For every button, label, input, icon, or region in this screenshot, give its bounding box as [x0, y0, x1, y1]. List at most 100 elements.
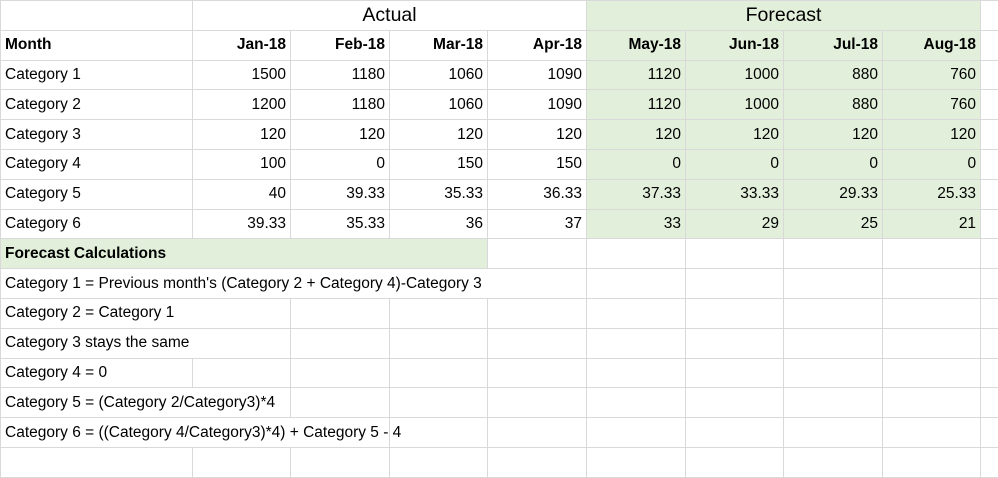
value-cell[interactable]: 1000 — [686, 90, 784, 120]
cell[interactable] — [390, 358, 488, 388]
value-cell[interactable]: 1180 — [291, 60, 390, 90]
value-cell[interactable]: 1060 — [390, 90, 488, 120]
value-cell[interactable]: 39.33 — [193, 209, 291, 239]
cell[interactable] — [686, 358, 784, 388]
cell[interactable] — [193, 358, 291, 388]
value-cell[interactable]: 0 — [883, 149, 981, 179]
value-cell[interactable]: 1090 — [488, 90, 587, 120]
value-cell[interactable]: 35.33 — [390, 179, 488, 209]
cell[interactable] — [587, 388, 686, 418]
cell[interactable] — [981, 298, 998, 328]
value-cell[interactable]: 150 — [390, 149, 488, 179]
cell[interactable] — [981, 179, 998, 209]
value-cell[interactable]: 1090 — [488, 60, 587, 90]
value-cell[interactable]: 0 — [784, 149, 883, 179]
row-label[interactable]: Category 2 — [1, 90, 193, 120]
actual-group-header[interactable]: Actual — [193, 1, 587, 31]
value-cell[interactable]: 1120 — [587, 90, 686, 120]
cell[interactable] — [784, 269, 883, 299]
cell[interactable] — [390, 298, 488, 328]
value-cell[interactable]: 760 — [883, 60, 981, 90]
cell[interactable] — [291, 298, 390, 328]
cell[interactable] — [390, 447, 488, 477]
row-label[interactable]: Category 4 — [1, 149, 193, 179]
row-label[interactable]: Category 6 — [1, 209, 193, 239]
cell[interactable] — [686, 418, 784, 448]
cell[interactable] — [390, 388, 488, 418]
value-cell[interactable]: 29.33 — [784, 179, 883, 209]
value-cell[interactable]: 120 — [587, 120, 686, 150]
month-column-header[interactable]: Jun-18 — [686, 30, 784, 60]
cell[interactable] — [981, 358, 998, 388]
value-cell[interactable]: 36 — [390, 209, 488, 239]
value-cell[interactable]: 1000 — [686, 60, 784, 90]
cell[interactable] — [488, 447, 587, 477]
calculation-note[interactable]: Category 3 stays the same — [1, 328, 291, 358]
value-cell[interactable]: 120 — [784, 120, 883, 150]
value-cell[interactable]: 1200 — [193, 90, 291, 120]
cell[interactable] — [488, 298, 587, 328]
month-column-header[interactable]: Mar-18 — [390, 30, 488, 60]
calculation-note[interactable]: Category 2 = Category 1 — [1, 298, 291, 328]
value-cell[interactable]: 1500 — [193, 60, 291, 90]
cell[interactable] — [784, 388, 883, 418]
value-cell[interactable]: 21 — [883, 209, 981, 239]
forecast-group-header[interactable]: Forecast — [587, 1, 981, 31]
cell[interactable] — [784, 358, 883, 388]
calculation-note[interactable]: Category 5 = (Category 2/Category3)*4 — [1, 388, 291, 418]
value-cell[interactable]: 37.33 — [587, 179, 686, 209]
value-cell[interactable]: 1180 — [291, 90, 390, 120]
value-cell[interactable]: 25 — [784, 209, 883, 239]
value-cell[interactable]: 33 — [587, 209, 686, 239]
cell[interactable] — [291, 447, 390, 477]
row-label[interactable]: Category 1 — [1, 60, 193, 90]
value-cell[interactable]: 39.33 — [291, 179, 390, 209]
cell[interactable] — [784, 418, 883, 448]
cell[interactable] — [883, 328, 981, 358]
cell[interactable] — [981, 328, 998, 358]
value-cell[interactable]: 120 — [193, 120, 291, 150]
value-cell[interactable]: 0 — [291, 149, 390, 179]
cell[interactable] — [291, 388, 390, 418]
cell[interactable] — [1, 1, 193, 31]
cell[interactable] — [883, 418, 981, 448]
cell[interactable] — [686, 388, 784, 418]
value-cell[interactable]: 1060 — [390, 60, 488, 90]
cell[interactable] — [488, 328, 587, 358]
cell[interactable] — [587, 269, 686, 299]
cell[interactable] — [981, 149, 998, 179]
calculation-note[interactable]: Category 4 = 0 — [1, 358, 193, 388]
cell[interactable] — [981, 90, 998, 120]
cell[interactable] — [981, 418, 998, 448]
value-cell[interactable]: 36.33 — [488, 179, 587, 209]
cell[interactable] — [686, 447, 784, 477]
cell[interactable] — [981, 1, 998, 31]
value-cell[interactable]: 25.33 — [883, 179, 981, 209]
month-column-header[interactable]: Jan-18 — [193, 30, 291, 60]
cell[interactable] — [784, 328, 883, 358]
cell[interactable] — [488, 388, 587, 418]
cell[interactable] — [981, 60, 998, 90]
value-cell[interactable]: 120 — [291, 120, 390, 150]
cell[interactable] — [883, 269, 981, 299]
cell[interactable] — [981, 209, 998, 239]
cell[interactable] — [291, 328, 390, 358]
forecast-calculations-title[interactable]: Forecast Calculations — [1, 239, 488, 269]
cell[interactable] — [390, 328, 488, 358]
value-cell[interactable]: 29 — [686, 209, 784, 239]
cell[interactable] — [587, 328, 686, 358]
value-cell[interactable]: 880 — [784, 60, 883, 90]
month-column-header[interactable]: Jul-18 — [784, 30, 883, 60]
cell[interactable] — [686, 239, 784, 269]
cell[interactable] — [390, 418, 488, 448]
cell[interactable] — [981, 388, 998, 418]
cell[interactable] — [981, 447, 998, 477]
month-column-header[interactable]: Aug-18 — [883, 30, 981, 60]
value-cell[interactable]: 880 — [784, 90, 883, 120]
cell[interactable] — [686, 298, 784, 328]
cell[interactable] — [784, 298, 883, 328]
cell[interactable] — [981, 120, 998, 150]
value-cell[interactable]: 120 — [488, 120, 587, 150]
value-cell[interactable]: 35.33 — [291, 209, 390, 239]
cell[interactable] — [587, 358, 686, 388]
